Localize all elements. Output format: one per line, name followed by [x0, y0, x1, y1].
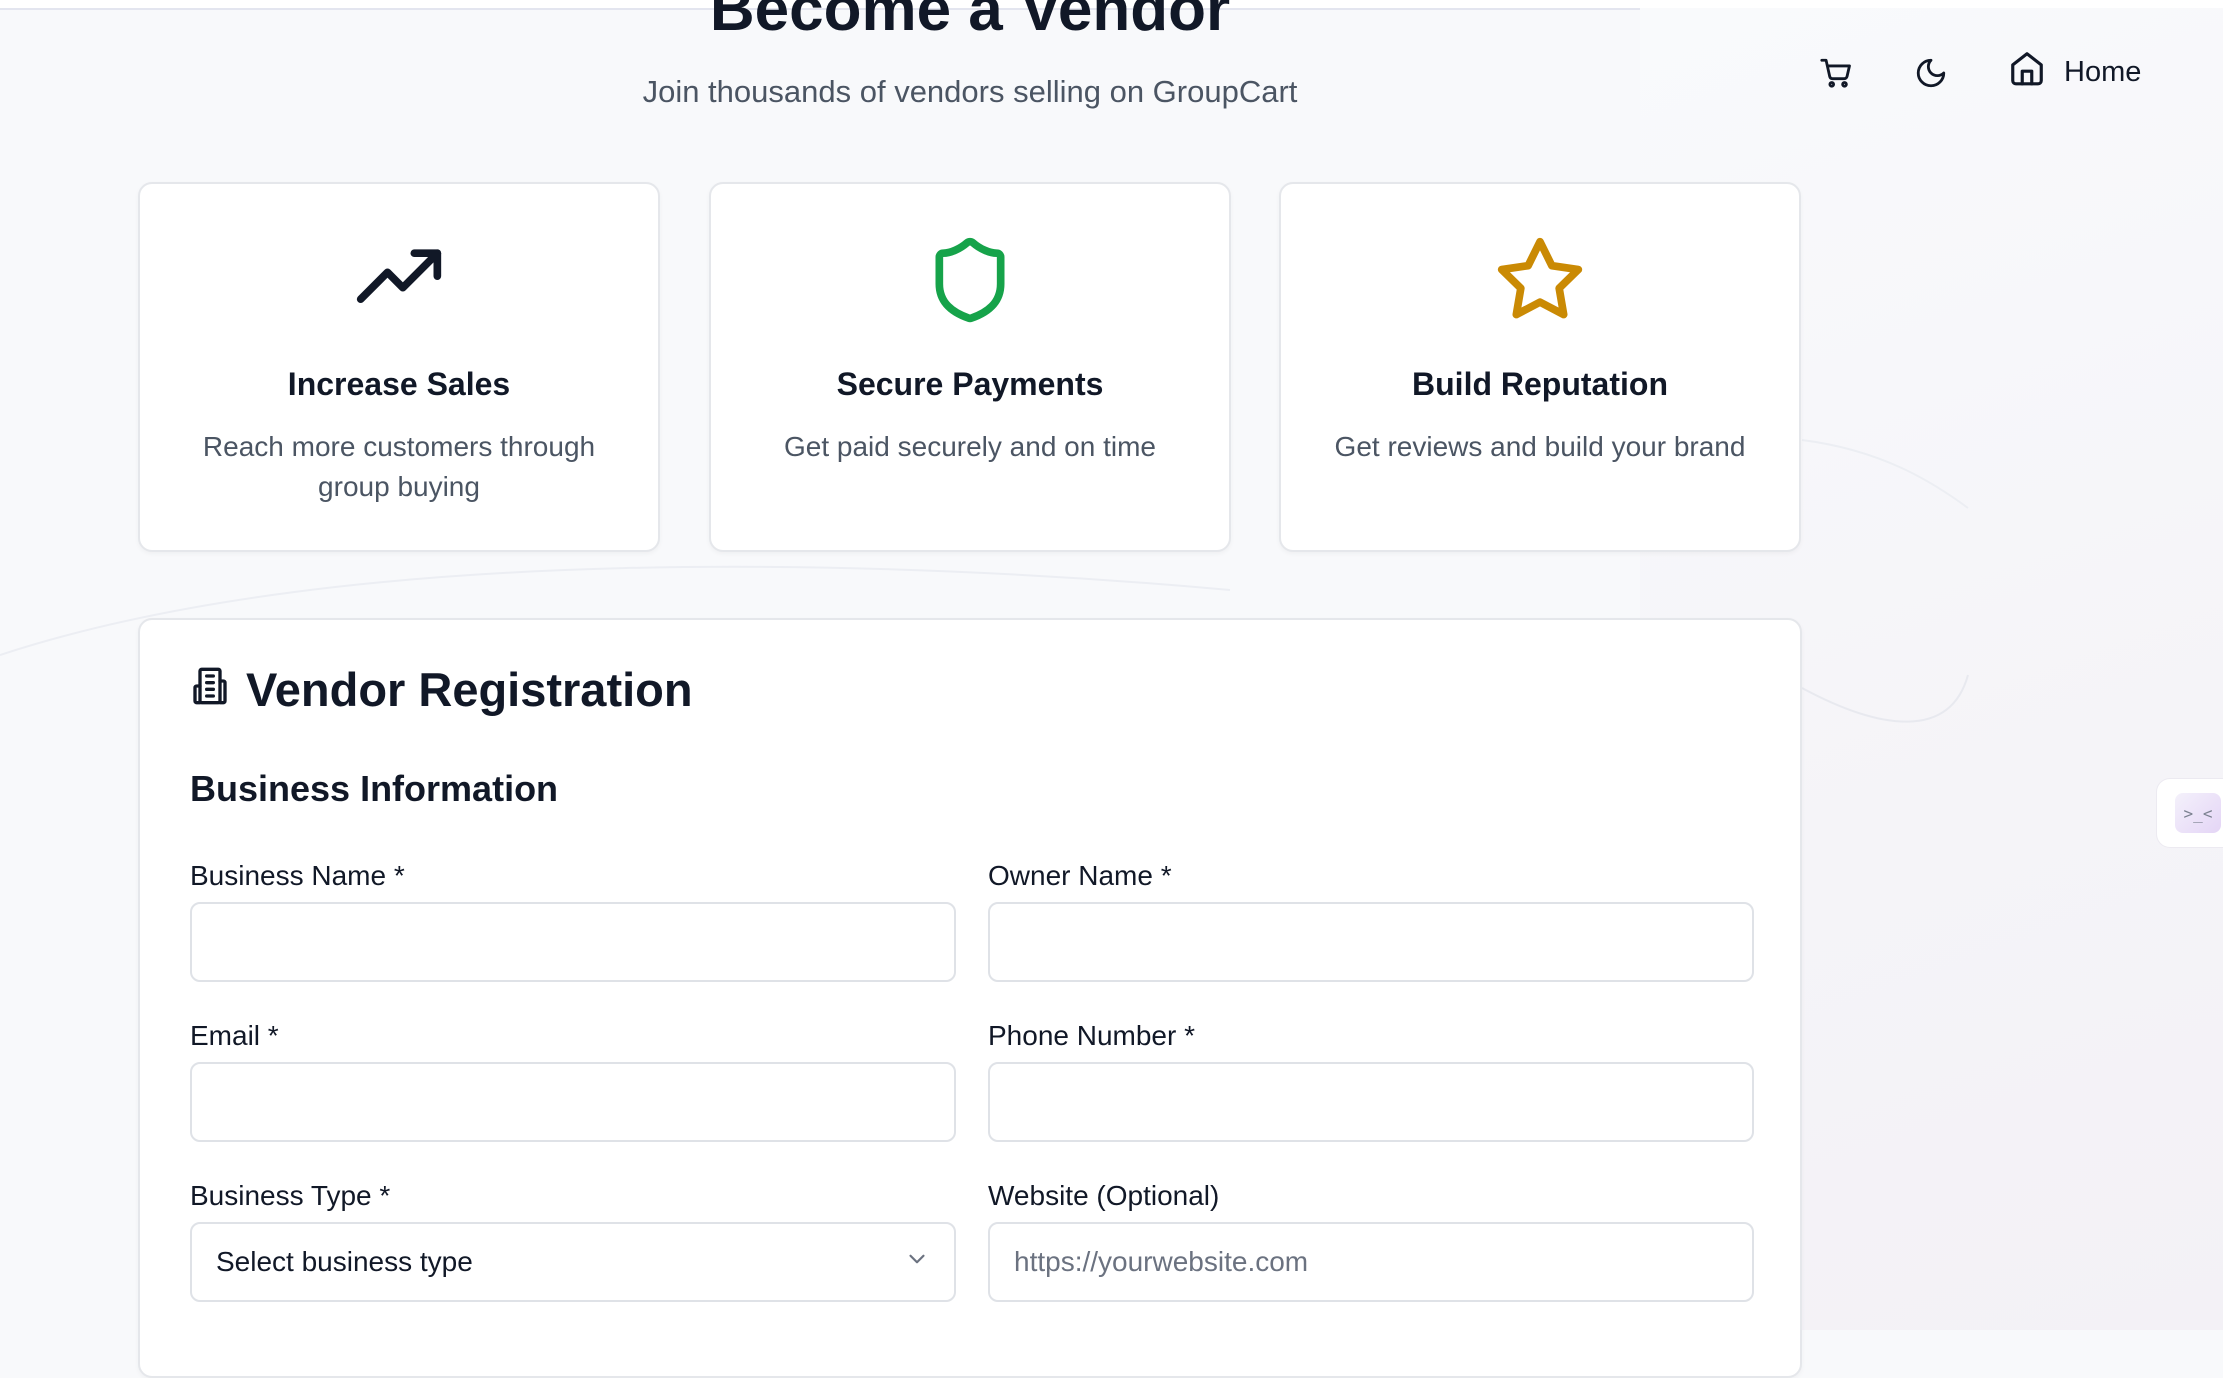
- vendor-registration-card: Vendor Registration Business Information…: [138, 618, 1802, 1378]
- home-icon: [2008, 49, 2046, 95]
- phone-label: Phone Number *: [988, 1020, 1196, 1051]
- form-title: Vendor Registration: [190, 662, 693, 717]
- page-subtitle: Join thousands of vendors selling on Gro…: [642, 74, 1298, 109]
- page-title: Become a Vendor: [709, 0, 1231, 44]
- owner-name-label: Owner Name *: [988, 860, 1172, 891]
- phone-input[interactable]: [988, 1062, 1754, 1142]
- feature-title: Increase Sales: [287, 366, 511, 402]
- business-type-select[interactable]: Select business type: [190, 1222, 956, 1302]
- home-label: Home: [2064, 55, 2142, 88]
- business-type-value: Select business type: [216, 1246, 473, 1277]
- business-name-input[interactable]: [190, 902, 956, 982]
- feature-card-secure-payments: Secure Payments Get paid securely and on…: [709, 182, 1231, 552]
- chevron-down-icon: [904, 1246, 930, 1279]
- building-icon: [190, 662, 230, 717]
- website-input[interactable]: [988, 1222, 1754, 1302]
- home-button[interactable]: Home: [2008, 48, 2141, 96]
- trending-up-icon: [353, 234, 445, 331]
- feature-card-build-reputation: Build Reputation Get reviews and build y…: [1279, 182, 1801, 552]
- feature-title: Secure Payments: [836, 366, 1104, 402]
- owner-name-input[interactable]: [988, 902, 1754, 982]
- feature-title: Build Reputation: [1412, 366, 1668, 402]
- business-type-label: Business Type *: [190, 1180, 391, 1211]
- shield-icon: [924, 234, 1016, 331]
- widget-face-icon: >_<: [2175, 793, 2221, 833]
- email-input[interactable]: [190, 1062, 956, 1142]
- form-title-text: Vendor Registration: [246, 663, 693, 716]
- feature-description: Reach more customers through group buyin…: [202, 431, 596, 502]
- feature-description: Get paid securely and on time: [784, 431, 1156, 462]
- business-name-label: Business Name *: [190, 860, 405, 891]
- section-title: Business Information: [190, 768, 559, 809]
- cart-icon[interactable]: [1818, 56, 1854, 95]
- floating-widget-button[interactable]: >_<: [2156, 778, 2223, 848]
- feature-description: Get reviews and build your brand: [1334, 431, 1746, 462]
- website-label: Website (Optional): [988, 1180, 1220, 1211]
- email-label: Email *: [190, 1020, 279, 1051]
- moon-icon[interactable]: [1914, 56, 1948, 95]
- star-icon: [1494, 234, 1586, 331]
- feature-card-increase-sales: Increase Sales Reach more customers thro…: [138, 182, 660, 552]
